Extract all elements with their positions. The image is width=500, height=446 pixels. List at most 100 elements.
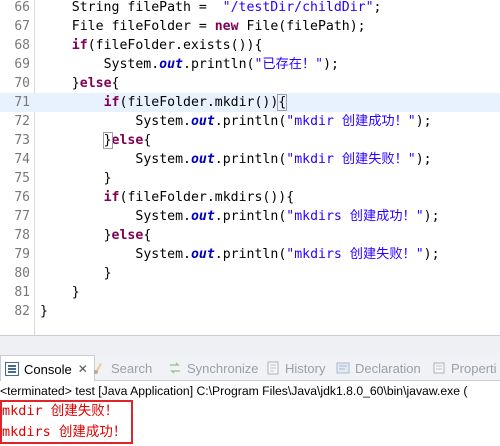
code-text: System.out.println("mkdirs 创建失败！"); [135, 245, 439, 264]
code-token: System. [135, 209, 191, 224]
code-line[interactable]: 66 String filePath = "/testDir/childDir"; [0, 0, 500, 17]
code-line[interactable]: 71 if(fileFolder.mkdir()){ [0, 93, 500, 112]
line-number: 81 [14, 285, 30, 300]
line-number: 78 [14, 228, 30, 243]
code-line[interactable]: 75} [0, 169, 500, 188]
code-token: "/testDir/childDir" [222, 0, 374, 15]
code-token: out [190, 152, 215, 167]
code-token: ); [415, 152, 432, 167]
close-icon[interactable]: ✕ [78, 362, 88, 376]
search-icon [92, 361, 106, 375]
code-line[interactable]: 81} [0, 283, 500, 302]
code-text: }else{ [72, 74, 120, 93]
code-text: File fileFolder = new File(filePath); [72, 17, 366, 36]
code-token: .mkdir()) [206, 95, 279, 110]
code-line[interactable]: 82} [0, 302, 500, 321]
text-caret [286, 94, 288, 109]
code-token: } [103, 266, 112, 281]
code-token: .exists()){ [175, 38, 263, 53]
code-token: } [103, 171, 112, 186]
code-token: { [143, 133, 152, 148]
tab-declaration[interactable]: Declaration [336, 355, 421, 381]
code-text: System.out.println("mkdir 创建失败！"); [135, 150, 431, 169]
code-token: System. [135, 247, 191, 262]
tab-search[interactable]: Search [92, 355, 152, 381]
line-number: 70 [14, 76, 30, 91]
code-token: fileFolder [95, 38, 176, 53]
code-line[interactable]: 76 if(fileFolder.mkdirs()){ [0, 188, 500, 207]
code-token: out [190, 114, 215, 129]
code-line[interactable]: 80} [0, 264, 500, 283]
code-line[interactable]: 69 System.out.println("已存在！"); [0, 55, 500, 74]
code-token: "mkdirs 创建成功！" [286, 209, 424, 224]
line-number: 82 [14, 304, 30, 319]
code-token: .mkdirs()){ [206, 190, 295, 205]
code-line[interactable]: 78}else{ [0, 226, 500, 245]
code-line[interactable]: 72 System.out.println("mkdir 创建成功！"); [0, 112, 500, 131]
tab-console-label: Console [24, 361, 72, 377]
tab-properties-label: Properti [451, 360, 497, 376]
view-divider[interactable] [0, 335, 500, 355]
code-token: fileFolder [127, 95, 207, 110]
code-token: out [159, 57, 183, 72]
code-token: } [71, 76, 80, 91]
line-number: 74 [14, 152, 30, 167]
code-token: else [111, 133, 144, 148]
tab-declaration-label: Declaration [355, 360, 421, 376]
code-token: } [102, 132, 113, 149]
code-token: .println( [214, 114, 287, 129]
code-token: ); [415, 114, 432, 129]
code-token: out [190, 247, 215, 262]
line-number: 66 [14, 0, 30, 15]
code-token: } [71, 285, 80, 300]
declaration-icon [336, 361, 350, 375]
code-token: File [71, 19, 112, 34]
code-token: String [71, 0, 128, 15]
code-token: ); [423, 209, 440, 224]
code-token: = [190, 19, 215, 34]
code-line[interactable]: 79 System.out.println("mkdirs 创建失败！"); [0, 245, 500, 264]
code-line[interactable]: 74 System.out.println("mkdir 创建失败！"); [0, 150, 500, 169]
tab-history-label: History [285, 360, 326, 376]
code-token: "已存在！" [254, 57, 324, 72]
code-text: System.out.println("已存在！"); [104, 55, 339, 74]
code-token: System. [135, 114, 191, 129]
code-token: filePath [286, 19, 350, 34]
line-number: 77 [14, 209, 30, 224]
code-text: if(fileFolder.mkdirs()){ [104, 188, 295, 207]
code-token: new [214, 19, 239, 34]
tab-history[interactable]: History [266, 355, 325, 381]
properties-icon [432, 361, 446, 375]
code-line[interactable]: 67 File fileFolder = new File(filePath); [0, 17, 500, 36]
code-text: } [72, 283, 80, 302]
code-editor[interactable]: 66 String filePath = "/testDir/childDir";… [0, 0, 500, 335]
line-number: 73 [14, 133, 30, 148]
code-token: .println( [214, 152, 287, 167]
code-token: else [111, 228, 144, 243]
code-line[interactable]: 70 }else{ [0, 74, 500, 93]
console-status-line: <terminated> test [Java Application] C:\… [0, 381, 500, 401]
code-text: }else{ [102, 131, 152, 150]
code-line[interactable]: 68 if(fileFolder.exists()){ [0, 36, 500, 55]
code-token: } [103, 228, 112, 243]
code-text: System.out.println("mkdirs 创建成功！"); [135, 207, 439, 226]
code-token: if [103, 190, 120, 205]
highlight-box [0, 400, 133, 444]
line-number: 75 [14, 171, 30, 186]
code-line[interactable]: 73}else{ [0, 131, 500, 150]
code-token: "mkdir 创建失败！" [286, 152, 416, 167]
code-token: { [277, 94, 288, 111]
line-number: 72 [14, 114, 30, 129]
code-token: System. [103, 57, 160, 72]
code-token: ; [373, 0, 382, 15]
line-number: 69 [14, 57, 30, 72]
code-line[interactable]: 77 System.out.println("mkdirs 创建成功！"); [0, 207, 500, 226]
code-token: = [190, 0, 223, 15]
tab-properties[interactable]: Properti [432, 355, 497, 381]
code-token: { [143, 228, 152, 243]
code-text: } [104, 169, 112, 188]
tab-console[interactable]: Console ✕ [0, 355, 95, 382]
tab-synchronize[interactable]: Synchronize [168, 355, 259, 381]
code-token: if [71, 38, 88, 53]
synchronize-icon [168, 361, 182, 375]
